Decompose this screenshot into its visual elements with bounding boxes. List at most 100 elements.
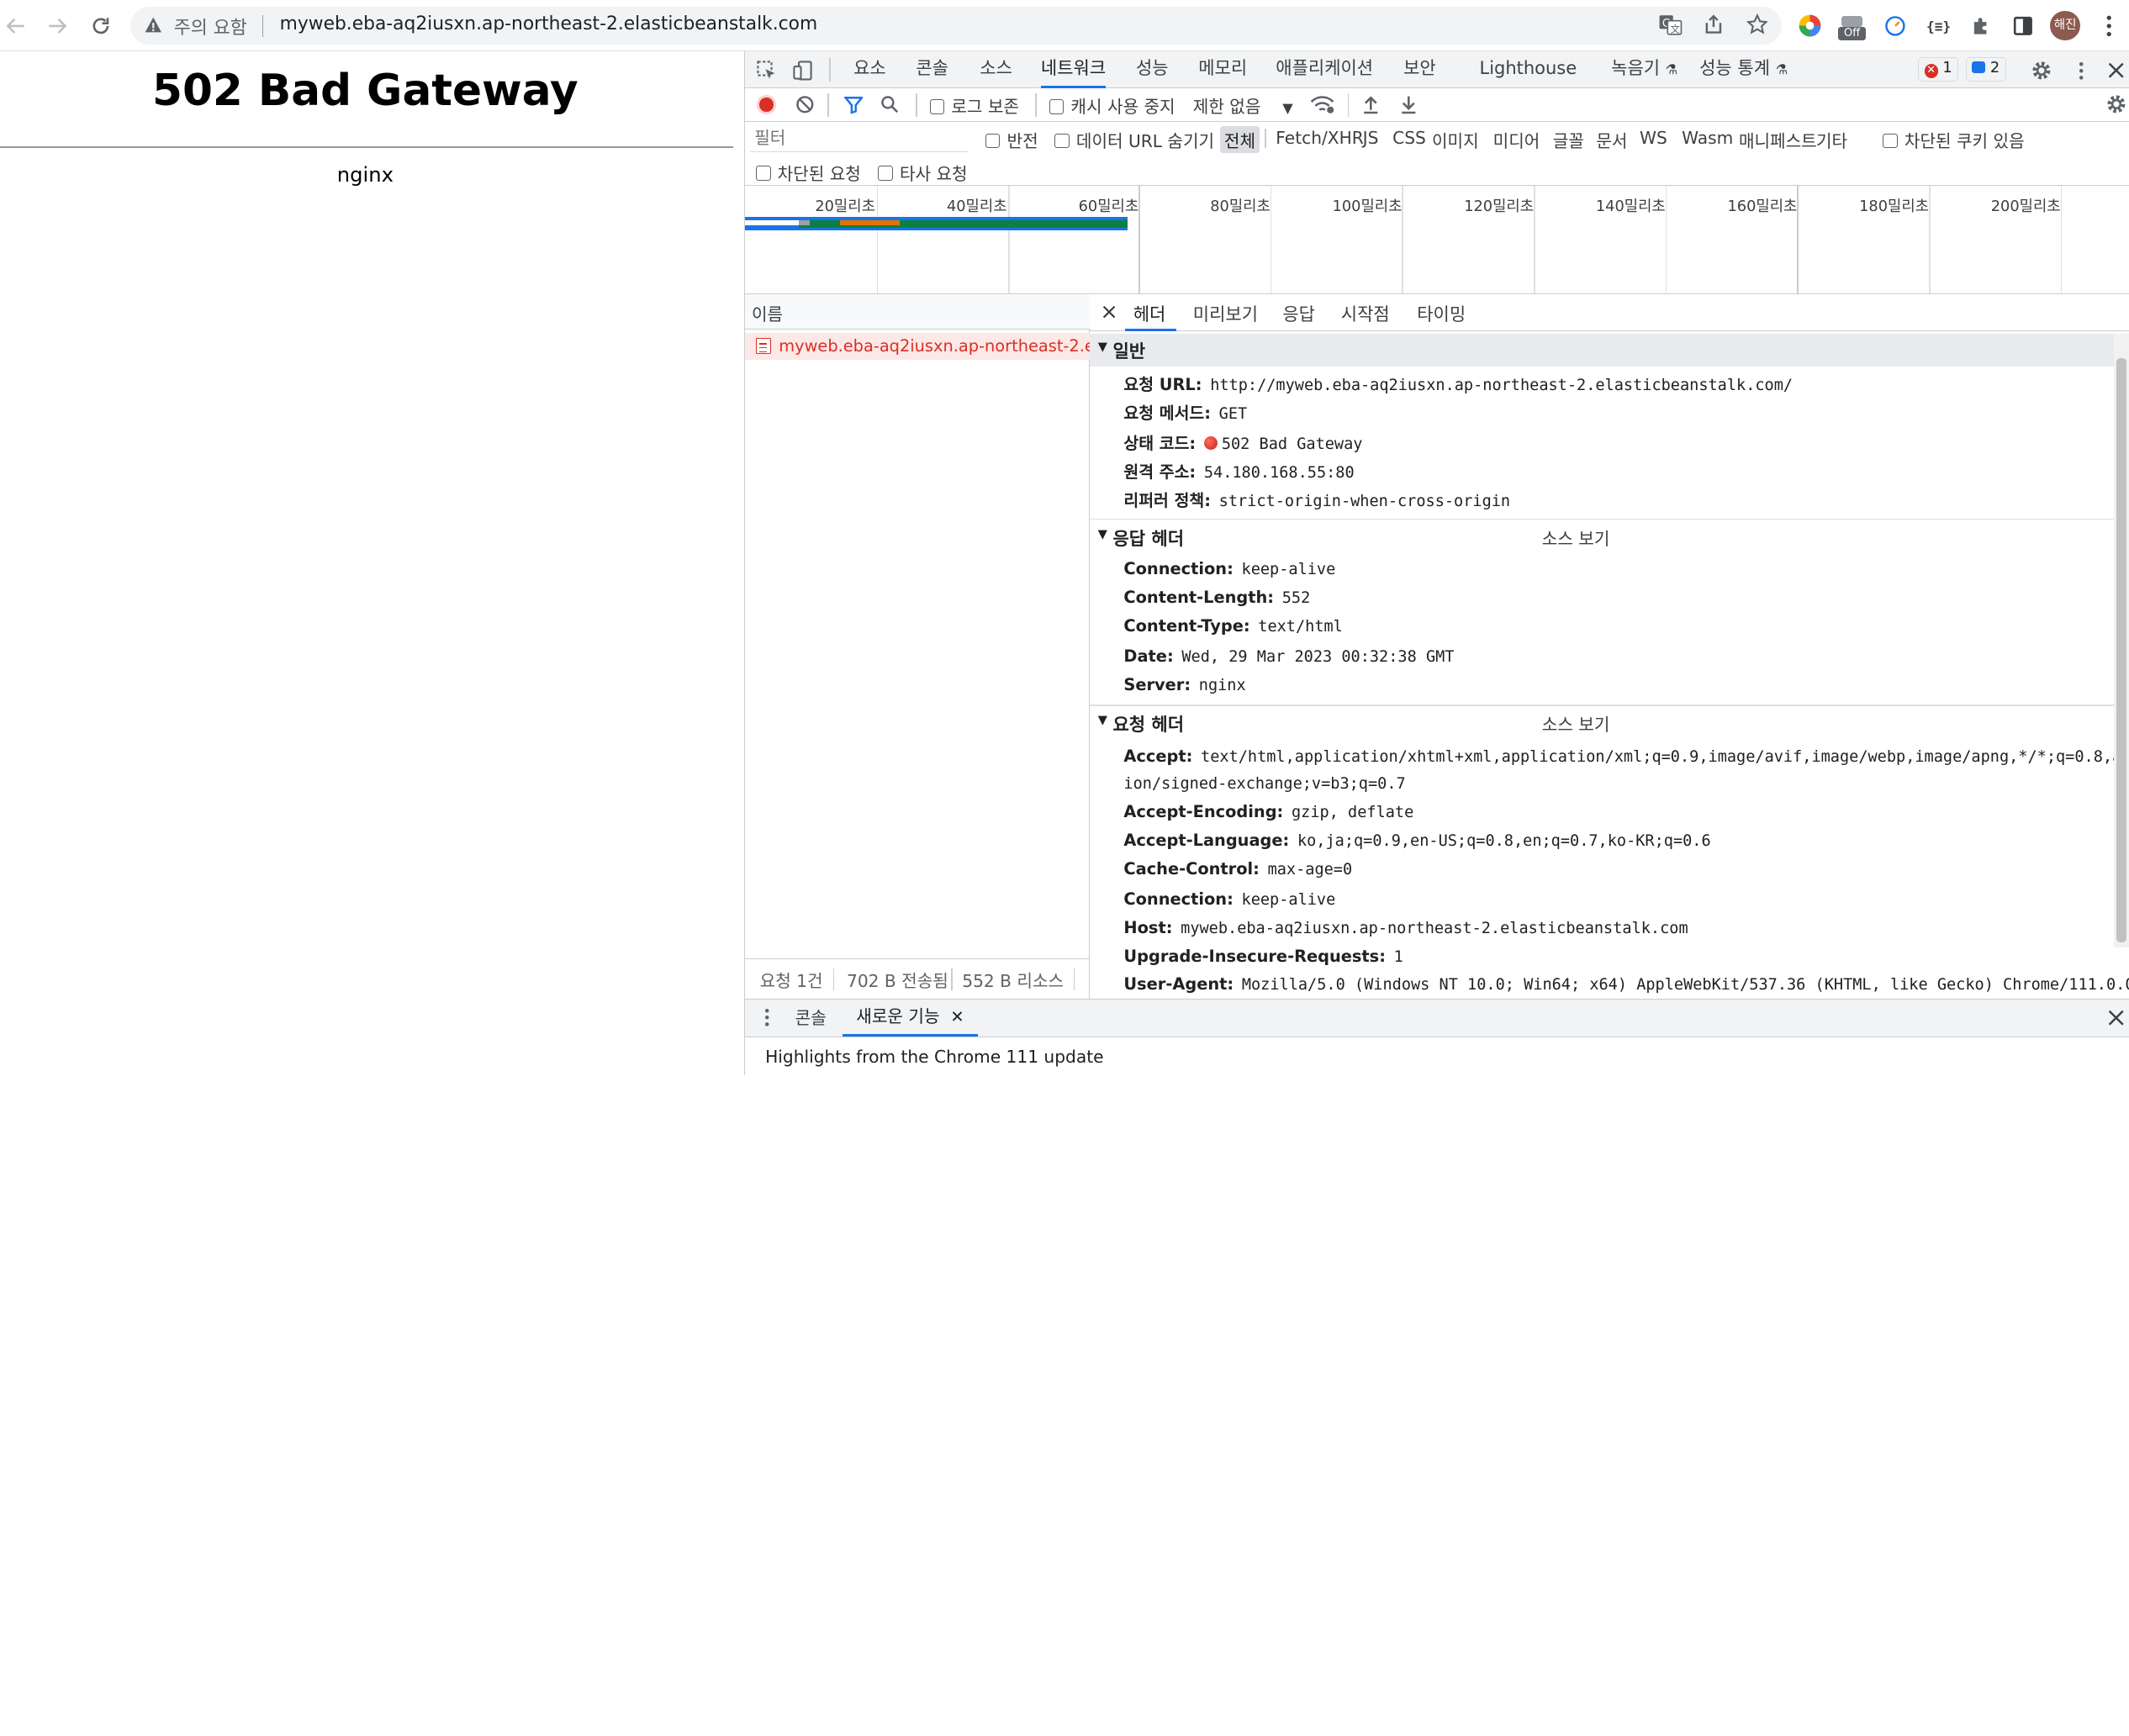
detail-tab-timing[interactable]: 타이밍 — [1417, 301, 1466, 326]
blocked-cookies-checkbox[interactable]: 차단된 쿠키 있음 — [1883, 128, 2025, 152]
close-tab-icon[interactable]: ✕ — [950, 1007, 964, 1026]
share-icon[interactable] — [1700, 11, 1727, 38]
close-devtools-icon[interactable] — [2104, 58, 2128, 82]
tab-performance-insights[interactable]: 성능 통계 ⚗ — [1699, 51, 1788, 88]
request-header-row-accept: Accept: text/html,application/xhtml+xml,a… — [1123, 747, 2129, 766]
blocked-requests-label: 차단된 요청 — [777, 163, 861, 184]
invert-checkbox[interactable]: 반전 — [985, 128, 1038, 152]
tab-performance[interactable]: 성능 — [1136, 51, 1169, 88]
detail-tab-response[interactable]: 응답 — [1282, 301, 1315, 326]
tab-network[interactable]: 네트워크 — [1040, 51, 1107, 88]
drawer-tab-console[interactable]: 콘솔 — [795, 1001, 827, 1038]
header-value: ko,ja;q=0.9,en-US;q=0.8,en;q=0.7,ko-KR;q… — [1297, 832, 1711, 851]
network-settings-gear-icon[interactable] — [2104, 92, 2128, 117]
third-party-checkbox[interactable]: 타사 요청 — [878, 161, 968, 185]
profile-avatar[interactable]: 해진 — [2050, 10, 2080, 41]
device-toolbar-icon[interactable] — [791, 58, 816, 82]
response-headers-title: 응답 헤더 — [1112, 528, 1185, 549]
request-headers-section-header[interactable]: ▼ 요청 헤더 소스 보기 — [1090, 707, 2116, 740]
back-button[interactable] — [0, 9, 33, 42]
view-source-button[interactable]: 소스 보기 — [1542, 711, 1610, 736]
url-text[interactable]: myweb.eba-aq2iusxn.ap-northeast-2.elasti… — [280, 13, 818, 34]
tab-elements[interactable]: 요소 — [853, 51, 886, 88]
detail-tab-initiator[interactable]: 시작점 — [1341, 301, 1390, 326]
clear-icon[interactable] — [792, 92, 816, 117]
whats-new-headline[interactable]: Highlights from the Chrome 111 update — [765, 1047, 1103, 1067]
speed-extension-icon[interactable] — [1882, 13, 1909, 40]
drawer-tab-whats-new[interactable]: 새로운 기능 ✕ — [843, 1000, 978, 1037]
filter-input[interactable] — [750, 124, 968, 152]
filter-type-media[interactable]: 미디어 — [1489, 128, 1544, 152]
filter-type-images[interactable]: 이미지 — [1428, 128, 1482, 152]
browser-menu-kebab-icon[interactable] — [2095, 13, 2122, 40]
import-har-upload-icon[interactable] — [1359, 92, 1383, 117]
filter-type-js[interactable]: JS — [1359, 128, 1382, 148]
scrollbar-thumb[interactable] — [2116, 358, 2126, 942]
header-key: User-Agent: — [1123, 974, 1234, 995]
filter-type-ws[interactable]: WS — [1635, 128, 1671, 148]
forward-arrow-icon — [49, 18, 67, 34]
checkbox-box — [878, 166, 893, 182]
detail-tab-preview[interactable]: 미리보기 — [1193, 301, 1258, 326]
header-key: Host: — [1123, 917, 1173, 937]
settings-gear-icon[interactable] — [2030, 58, 2054, 82]
filter-type-fetch-xhr[interactable]: Fetch/XHR — [1271, 128, 1367, 148]
close-drawer-icon[interactable] — [2104, 1005, 2128, 1030]
detail-tab-headers[interactable]: 헤더 — [1133, 301, 1166, 326]
network-overview-timeline[interactable]: 20밀리초 40밀리초 60밀리초 80밀리초 100밀리초 120밀리초 14… — [744, 186, 2129, 295]
tab-application[interactable]: 애플리케이션 — [1276, 51, 1373, 88]
timeline-tick: 60밀리초 — [1078, 198, 1139, 215]
tab-recorder[interactable]: 녹음기 ⚗ — [1611, 51, 1677, 88]
name-column-header[interactable]: 이름 — [752, 301, 783, 325]
filter-type-doc[interactable]: 문서 — [1593, 128, 1632, 152]
detail-scrollbar[interactable] — [2114, 334, 2129, 948]
filter-type-fonts[interactable]: 글꼴 — [1549, 128, 1588, 152]
forward-button[interactable] — [40, 9, 73, 42]
security-status-label[interactable]: 주의 요함 — [174, 13, 247, 40]
tab-lighthouse[interactable]: Lighthouse — [1480, 51, 1577, 88]
color-picker-extension-icon[interactable] — [1796, 13, 1823, 40]
filter-type-css[interactable]: CSS — [1388, 128, 1429, 148]
filter-type-other[interactable]: 기타 — [1812, 128, 1852, 152]
record-icon[interactable] — [757, 95, 777, 114]
hide-data-urls-label: 데이터 URL 숨기기 — [1075, 130, 1215, 151]
json-extension-icon[interactable]: {≡} — [1926, 13, 1952, 40]
tab-memory[interactable]: 메모리 — [1198, 51, 1247, 88]
error-count-badge[interactable]: ✕ 1 — [1918, 56, 1959, 82]
hide-data-urls-checkbox[interactable]: 데이터 URL 숨기기 — [1054, 128, 1214, 152]
filter-type-wasm[interactable]: Wasm — [1677, 128, 1737, 148]
tab-security[interactable]: 보안 — [1403, 51, 1436, 88]
filter-type-manifest[interactable]: 매니페스트 — [1735, 128, 1820, 152]
export-har-download-icon[interactable] — [1397, 92, 1421, 117]
warning-triangle-icon[interactable] — [144, 16, 163, 35]
throttling-select[interactable]: 제한 없음 ▼ — [1193, 93, 1293, 118]
disable-cache-checkbox[interactable]: 캐시 사용 중지 — [1049, 93, 1175, 118]
omnibox-divider — [262, 14, 264, 37]
extensions-puzzle-icon[interactable] — [1968, 13, 1994, 40]
blocked-requests-checkbox[interactable]: 차단된 요청 — [755, 161, 861, 185]
preserve-log-checkbox[interactable]: 로그 보존 — [929, 93, 1019, 118]
reload-button[interactable] — [84, 9, 117, 42]
close-detail-icon[interactable] — [1096, 300, 1121, 325]
devtools-menu-kebab-icon[interactable] — [2068, 58, 2093, 82]
side-panel-icon[interactable] — [2010, 13, 2037, 40]
issue-count-badge[interactable]: 2 — [1965, 56, 2006, 82]
request-row[interactable]: myweb.eba-aq2iusxn.ap-northeast-2.elas..… — [744, 332, 1133, 360]
filter-type-all[interactable]: 전체 — [1220, 126, 1260, 154]
devtools-panel: 요소 콘솔 소스 네트워크 성능 메모리 애플리케이션 보안 Lighthous… — [743, 51, 2129, 1075]
translate-icon[interactable]: G文 — [1656, 11, 1683, 38]
general-section-header[interactable]: ▼ 일반 — [1090, 334, 2116, 367]
network-conditions-wifi-icon[interactable] — [1310, 92, 1334, 117]
tab-console[interactable]: 콘솔 — [916, 51, 948, 88]
search-icon[interactable] — [878, 92, 902, 117]
bookmark-star-icon[interactable] — [1743, 11, 1770, 38]
view-source-button[interactable]: 소스 보기 — [1542, 525, 1610, 550]
off-extension-icon[interactable]: Off — [1836, 11, 1868, 44]
inspect-element-icon[interactable] — [754, 58, 779, 82]
response-headers-section-header[interactable]: ▼ 응답 헤더 소스 보기 — [1090, 521, 2116, 554]
general-row-status: 상태 코드: 502 Bad Gateway — [1123, 430, 1362, 454]
filter-funnel-icon[interactable] — [842, 92, 866, 117]
tab-sources[interactable]: 소스 — [980, 51, 1012, 88]
drawer-menu-kebab-icon[interactable] — [754, 1005, 779, 1030]
address-bar[interactable]: 주의 요함 myweb.eba-aq2iusxn.ap-northeast-2.… — [130, 7, 1782, 45]
